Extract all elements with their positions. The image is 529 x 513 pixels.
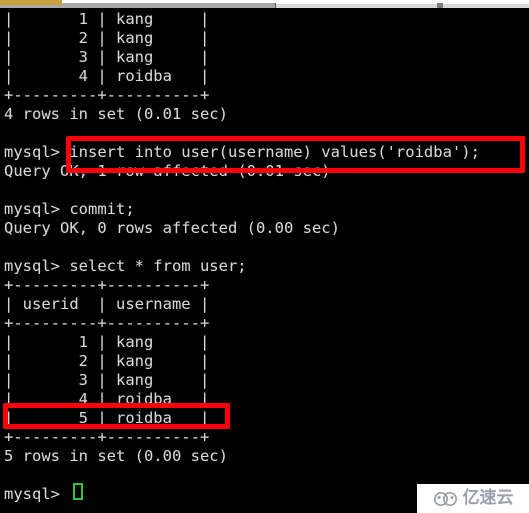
terminal-output[interactable]: | 1 | kang | | 2 | kang | | 3 | kang | |… <box>0 8 529 513</box>
output-line: | 3 | kang | <box>4 48 210 66</box>
terminal-screenshot: | 1 | kang | | 2 | kang | | 3 | kang | |… <box>0 0 529 513</box>
table-header-line: | userid | username | <box>4 295 210 313</box>
prompt-line-active: mysql> <box>4 485 70 503</box>
cloud-icon <box>433 491 457 506</box>
table-border-line: +---------+----------+ <box>4 428 210 446</box>
table-row-highlighted: | 5 | roidba | <box>4 409 210 427</box>
table-border-line: +---------+----------+ <box>4 86 210 104</box>
query-result-line: Query OK, 1 row affected (0.01 sec) <box>4 162 331 180</box>
output-line: | 4 | roidba | <box>4 67 210 85</box>
watermark-text: 亿速云 <box>462 488 514 508</box>
table-row: | 4 | roidba | <box>4 390 210 408</box>
table-row: | 1 | kang | <box>4 333 210 351</box>
watermark: 亿速云 <box>417 484 529 513</box>
output-line: | 1 | kang | <box>4 10 210 28</box>
query-result-line: Query OK, 0 rows affected (0.00 sec) <box>4 219 340 237</box>
table-border-line: +---------+----------+ <box>4 314 210 332</box>
terminal-cursor <box>73 483 83 500</box>
table-border-line: +---------+----------+ <box>4 276 210 294</box>
row-count-line: 5 rows in set (0.00 sec) <box>4 447 228 465</box>
horizontal-scrollbar[interactable] <box>0 0 529 8</box>
scrollbar-progress-indicator <box>0 0 62 5</box>
table-row: | 2 | kang | <box>4 352 210 370</box>
prompt-line-insert: mysql> insert into user(username) values… <box>4 143 480 161</box>
prompt-line-select: mysql> select * from user; <box>4 257 247 275</box>
prompt-line-commit: mysql> commit; <box>4 200 135 218</box>
output-line: | 2 | kang | <box>4 29 210 47</box>
table-row: | 3 | kang | <box>4 371 210 389</box>
row-count-line: 4 rows in set (0.01 sec) <box>4 105 228 123</box>
